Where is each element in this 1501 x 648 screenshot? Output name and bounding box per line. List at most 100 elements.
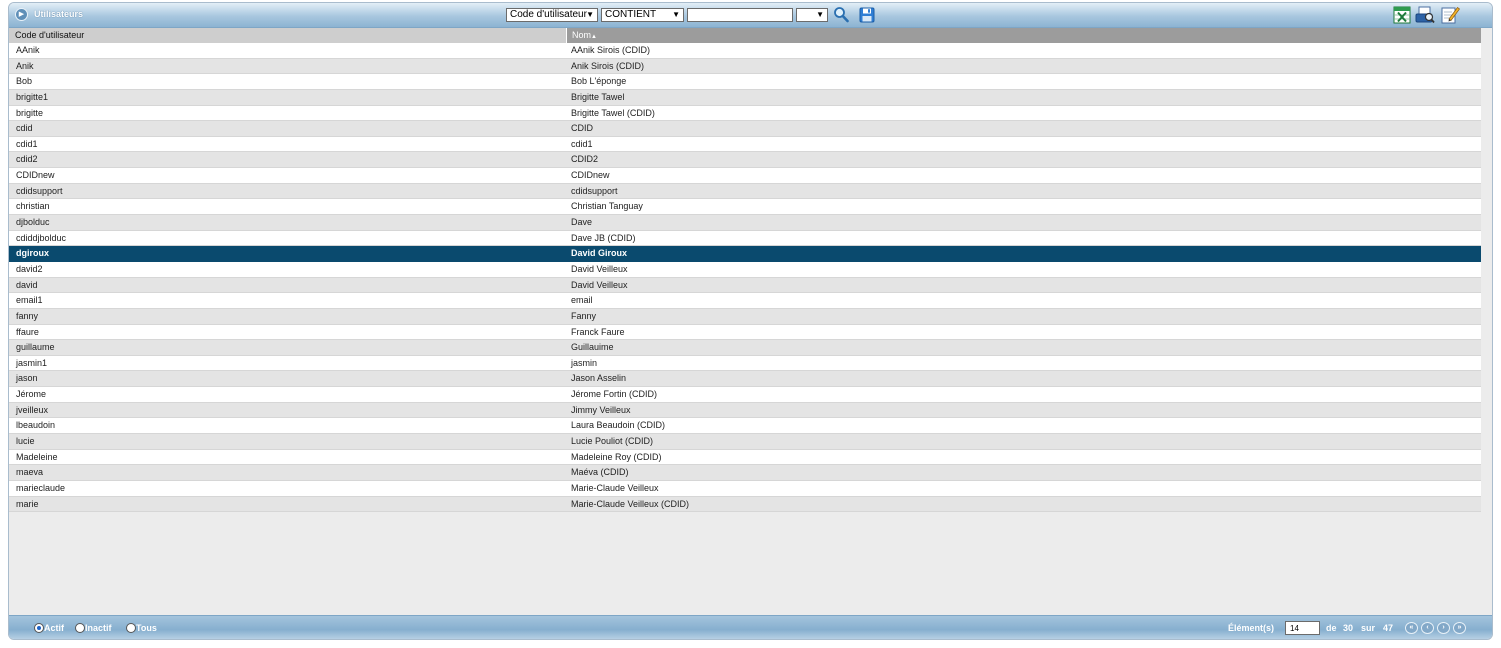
last-page-icon[interactable]: »: [1453, 622, 1466, 634]
cell-code: CDIDnew: [16, 170, 55, 181]
users-panel: ▶ Utilisateurs Code d'utilisateur ▼ CONT…: [8, 2, 1493, 640]
filter-operator-select[interactable]: CONTIENT ▼: [601, 8, 684, 22]
cell-code: Jérome: [16, 389, 47, 400]
cell-code: fanny: [16, 310, 39, 321]
cell-nom: Brigitte Tawel (CDID): [571, 107, 655, 118]
status-radio-tous[interactable]: Tous: [126, 623, 157, 633]
table-row[interactable]: guillaume Guillauime: [9, 340, 1481, 356]
table-row[interactable]: Madeleine Madeleine Roy (CDID): [9, 449, 1481, 466]
previous-page-icon[interactable]: ‹: [1421, 622, 1434, 634]
cell-nom: Anik Sirois (CDID): [571, 60, 645, 71]
magnifier-icon[interactable]: [833, 6, 849, 23]
chevron-down-icon: ▼: [672, 10, 680, 19]
filter-extra-select[interactable]: ▼: [796, 8, 828, 22]
table-row[interactable]: ffaure Franck Faure: [9, 324, 1481, 341]
table-row[interactable]: jasmin1 jasmin: [9, 355, 1481, 372]
table-row[interactable]: cdiddjbolduc Dave JB (CDID): [9, 230, 1481, 247]
table-row[interactable]: CDIDnew CDIDnew: [9, 168, 1481, 184]
cell-nom: cdidsupport: [571, 185, 618, 196]
cell-nom: Dave: [571, 217, 593, 228]
table-row[interactable]: dgiroux David Giroux: [9, 246, 1481, 262]
filter-value-input[interactable]: [687, 8, 793, 22]
table-row[interactable]: jveilleux Jimmy Veilleux: [9, 402, 1481, 419]
table-row[interactable]: brigitte Brigitte Tawel (CDID): [9, 105, 1481, 122]
cell-nom: Christian Tanguay: [571, 201, 643, 212]
excel-icon[interactable]: [1393, 6, 1411, 24]
column-header-nom[interactable]: Nom▲: [566, 28, 1481, 43]
cell-nom: email: [571, 295, 593, 306]
cell-code: marie: [16, 498, 39, 509]
cell-code: Madeleine: [16, 451, 58, 462]
cell-nom: AAnik Sirois (CDID): [571, 45, 651, 55]
collapse-icon[interactable]: ▶: [15, 8, 28, 21]
table-row[interactable]: djbolduc Dave: [9, 215, 1481, 231]
cell-code: david2: [16, 263, 43, 274]
table-row[interactable]: cdid2 CDID2: [9, 152, 1481, 169]
grid-header: Code d'utilisateur Nom▲: [9, 28, 1481, 43]
status-radio-inactif[interactable]: Inactif: [75, 623, 112, 633]
table-row[interactable]: maeva Maéva (CDID): [9, 465, 1481, 481]
edit-icon[interactable]: [1440, 5, 1460, 24]
cell-nom: Franck Faure: [571, 326, 625, 337]
status-label-actif: Actif: [44, 623, 64, 633]
cell-nom: cdid1: [571, 138, 593, 149]
panel-header: ▶ Utilisateurs Code d'utilisateur ▼ CONT…: [9, 3, 1492, 28]
floppy-disk-icon[interactable]: [859, 7, 875, 23]
table-row[interactable]: Bob Bob L'éponge: [9, 74, 1481, 90]
cell-code: AAnik: [16, 45, 40, 55]
next-page-icon[interactable]: ›: [1437, 622, 1450, 634]
sur-label: sur: [1361, 623, 1376, 633]
cell-nom: Dave JB (CDID): [571, 232, 636, 243]
chevron-down-icon: ▼: [816, 10, 824, 19]
table-row[interactable]: fanny Fanny: [9, 308, 1481, 325]
cell-code: email1: [16, 295, 43, 306]
page-total: 30: [1343, 623, 1354, 633]
cell-nom: Jérome Fortin (CDID): [571, 389, 658, 400]
cell-nom: David Giroux: [571, 248, 628, 259]
status-label-tous: Tous: [136, 623, 157, 633]
users-grid: Code d'utilisateur Nom▲ AAnik AAnik Siroi…: [9, 28, 1481, 513]
table-row[interactable]: email1 email: [9, 293, 1481, 309]
table-row[interactable]: lbeaudoin Laura Beaudoin (CDID): [9, 418, 1481, 435]
table-row[interactable]: marie Marie-Claude Veilleux (CDID): [9, 496, 1481, 513]
cell-code: cdid2: [16, 154, 38, 165]
table-row[interactable]: AAnik AAnik Sirois (CDID): [9, 43, 1481, 59]
chevron-down-icon: ▼: [586, 10, 594, 19]
table-row[interactable]: lucie Lucie Pouliot (CDID): [9, 434, 1481, 450]
cell-code: guillaume: [16, 342, 55, 353]
status-radio-actif[interactable]: Actif: [34, 623, 64, 633]
cell-code: lbeaudoin: [16, 420, 56, 431]
grid-body: AAnik AAnik Sirois (CDID) Anik Anik Sirois …: [9, 43, 1481, 513]
cell-nom: CDID2: [571, 154, 599, 165]
cell-code: lucie: [16, 436, 35, 447]
cell-code: dgiroux: [16, 248, 49, 259]
column-header-code[interactable]: Code d'utilisateur: [9, 28, 566, 43]
print-preview-icon[interactable]: [1415, 6, 1435, 24]
cell-nom: CDID: [571, 123, 593, 134]
table-row[interactable]: david David Veilleux: [9, 277, 1481, 294]
table-row[interactable]: david2 David Veilleux: [9, 261, 1481, 278]
table-row[interactable]: marieclaude Marie-Claude Veilleux: [9, 480, 1481, 497]
table-row[interactable]: jason Jason Asselin: [9, 371, 1481, 388]
cell-code: cdid: [16, 123, 33, 134]
table-row[interactable]: cdid1 cdid1: [9, 136, 1481, 153]
table-row[interactable]: Anik Anik Sirois (CDID): [9, 58, 1481, 75]
filter-field-select[interactable]: Code d'utilisateur ▼: [506, 8, 598, 22]
table-row[interactable]: christian Christian Tanguay: [9, 199, 1481, 216]
current-element-input[interactable]: [1285, 621, 1320, 635]
cell-code: david: [16, 279, 38, 290]
table-row[interactable]: cdid CDID: [9, 121, 1481, 137]
cell-nom: David Veilleux: [571, 263, 628, 274]
table-row[interactable]: cdidsupport cdidsupport: [9, 183, 1481, 200]
first-page-icon[interactable]: «: [1405, 622, 1418, 634]
cell-nom: Bob L'éponge: [571, 76, 627, 87]
cell-code: cdiddjbolduc: [16, 232, 67, 243]
panel-footer: Actif Inactif Tous Élément(s) de 30 sur …: [9, 615, 1492, 639]
cell-nom: Marie-Claude Veilleux (CDID): [571, 498, 690, 509]
cell-code: cdidsupport: [16, 185, 63, 196]
cell-code: christian: [16, 201, 50, 212]
cell-code: djbolduc: [16, 217, 50, 228]
cell-code: brigitte1: [16, 91, 49, 102]
table-row[interactable]: brigitte1 Brigitte Tawel: [9, 89, 1481, 106]
table-row[interactable]: Jérome Jérome Fortin (CDID): [9, 387, 1481, 403]
